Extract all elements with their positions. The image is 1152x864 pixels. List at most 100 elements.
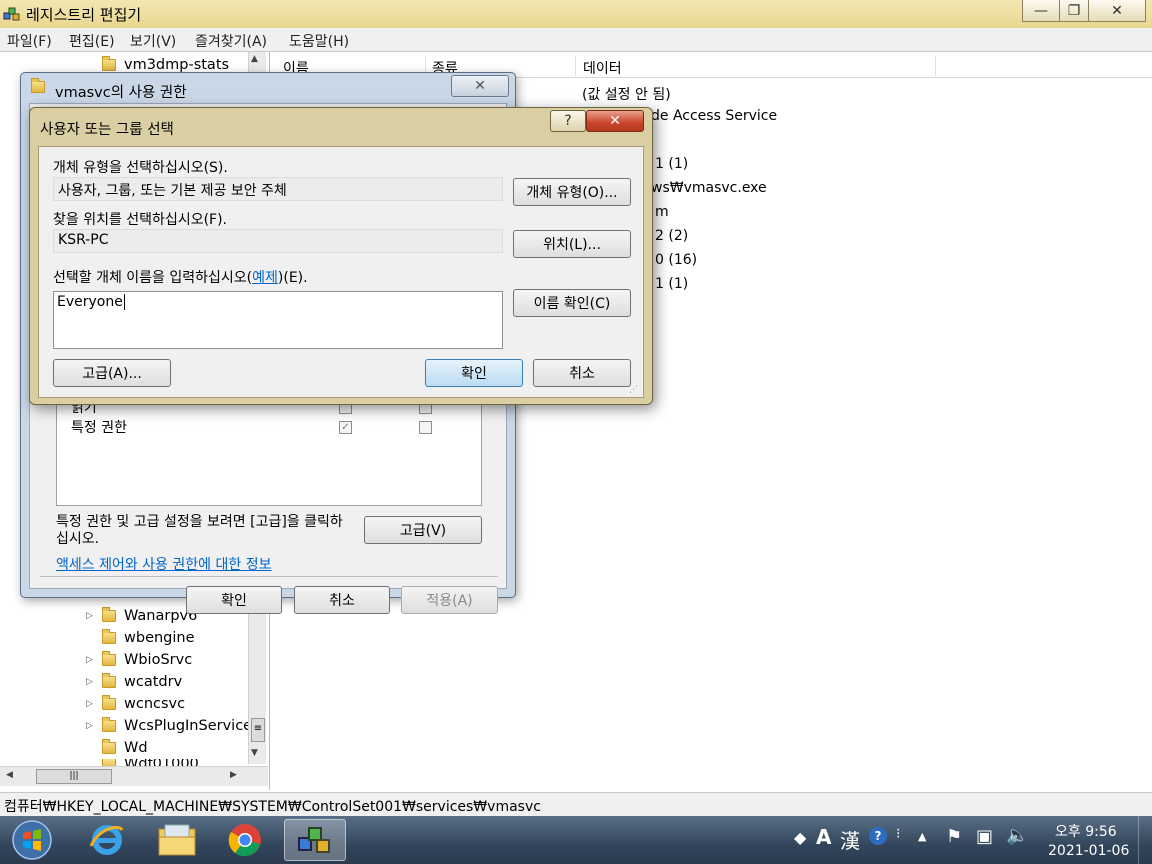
apply-button[interactable]: 적용(A): [401, 586, 498, 614]
select-users-dialog: 사용자 또는 그룹 선택 ? ✕ 개체 유형을 선택하십시오(S). 사용자, …: [29, 107, 653, 405]
close-icon[interactable]: ✕: [451, 75, 509, 97]
help-icon[interactable]: ?: [869, 827, 887, 845]
start-button[interactable]: [8, 818, 56, 862]
close-icon[interactable]: ✕: [586, 110, 644, 132]
cancel-button[interactable]: 취소: [294, 586, 390, 614]
folder-icon: [31, 78, 45, 97]
menu-help[interactable]: 도움말(H): [289, 31, 349, 51]
object-names-input[interactable]: Everyone: [53, 291, 503, 349]
network-icon[interactable]: ▣: [976, 826, 993, 847]
minimize-button[interactable]: —: [1022, 0, 1060, 22]
divider: [935, 56, 936, 78]
expand-icon[interactable]: ▷: [86, 699, 98, 709]
folder-icon: [102, 695, 116, 710]
value-data[interactable]: 0 (16): [655, 252, 697, 268]
clock-time[interactable]: 오후 9:56: [1055, 821, 1117, 841]
value-data[interactable]: (값 설정 안 됨): [582, 84, 671, 104]
tree-horizontal-scrollbar[interactable]: ◀ ||| ▶: [0, 766, 268, 786]
dialog-title: 사용자 또는 그룹 선택: [40, 122, 174, 138]
regedit-icon: [3, 5, 21, 23]
location-field: KSR-PC: [53, 229, 503, 253]
object-types-button[interactable]: 개체 유형(O)...: [513, 178, 631, 206]
expand-icon[interactable]: ▷: [86, 721, 98, 731]
show-desktop-button[interactable]: [1138, 816, 1152, 864]
clock-date[interactable]: 2021-01-06: [1048, 843, 1129, 859]
ok-button[interactable]: 확인: [186, 586, 282, 614]
value-data[interactable]: de Access Service: [651, 108, 777, 124]
help-icon[interactable]: ?: [550, 110, 586, 132]
permissions-info-link[interactable]: 액세스 제어와 사용 권한에 대한 정보: [56, 554, 271, 574]
value-data[interactable]: m: [655, 204, 669, 220]
divider: [575, 56, 576, 78]
object-type-field: 사용자, 그룹, 또는 기본 제공 보안 주체: [53, 177, 503, 201]
language-icon[interactable]: ◆: [794, 828, 806, 847]
maximize-button[interactable]: ❐: [1059, 0, 1089, 22]
ime-hanja[interactable]: 漢: [840, 825, 860, 854]
taskbar: ◆ A 漢 ? ⁝ ▲ ⚑ ▣ 🔈 오후 9:56 2021-01-06: [0, 816, 1152, 864]
locations-button[interactable]: 위치(L)...: [513, 230, 631, 258]
window-title: 레지스트리 편집기: [26, 6, 142, 24]
title-bar: 레지스트리 편집기 — ❐ ✕: [0, 0, 1152, 28]
examples-link[interactable]: 예제: [252, 270, 278, 286]
windows-logo-icon: [12, 820, 52, 860]
object-type-label: 개체 유형을 선택하십시오(S).: [53, 160, 228, 176]
ime-options-icon[interactable]: ⁝: [896, 826, 900, 842]
tree-item[interactable]: ▷ wcncsvc: [86, 693, 185, 715]
folder-icon: [102, 717, 116, 732]
cancel-button[interactable]: 취소: [533, 359, 631, 387]
deny-checkbox[interactable]: [419, 421, 432, 434]
folder-icon: [102, 739, 116, 754]
column-data[interactable]: 데이터: [583, 58, 622, 78]
check-names-button[interactable]: 이름 확인(C): [513, 289, 631, 317]
value-data[interactable]: ws₩vmasvc.exe: [651, 180, 767, 196]
scroll-thumb[interactable]: ≡: [251, 718, 265, 742]
value-data[interactable]: 2 (2): [655, 228, 688, 244]
menu-view[interactable]: 보기(V): [130, 31, 176, 51]
ok-button[interactable]: 확인: [425, 359, 523, 387]
close-button[interactable]: ✕: [1088, 0, 1146, 22]
tree-item[interactable]: ▷ wcatdrv: [86, 671, 182, 693]
scroll-down-icon[interactable]: ▼: [251, 748, 258, 758]
status-bar: 컴퓨터₩HKEY_LOCAL_MACHINE₩SYSTEM₩ControlSet…: [0, 792, 1152, 816]
show-hidden-icons-icon[interactable]: ▲: [918, 830, 926, 843]
internet-explorer-icon[interactable]: [76, 819, 138, 861]
resize-grip-icon[interactable]: ⋰: [629, 385, 638, 395]
scroll-left-icon[interactable]: ◀: [6, 770, 13, 780]
expand-icon[interactable]: ▷: [86, 611, 98, 621]
expand-icon[interactable]: ▷: [86, 677, 98, 687]
menu-file[interactable]: 파일(F): [7, 31, 52, 51]
allow-checkbox[interactable]: ✓: [339, 421, 352, 434]
menu-edit[interactable]: 편집(E): [69, 31, 115, 51]
advanced-button[interactable]: 고급(V): [364, 516, 482, 544]
folder-icon: [102, 651, 116, 666]
regedit-taskbar-icon[interactable]: [284, 819, 346, 861]
advanced-hint: 특정 권한 및 고급 설정을 보려면 [고급]을 클릭하십시오.: [56, 514, 343, 547]
folder-icon: [102, 629, 116, 644]
expand-icon[interactable]: ▷: [86, 655, 98, 665]
menu-favorites[interactable]: 즐겨찾기(A): [195, 31, 267, 51]
ime-mode-a[interactable]: A: [816, 825, 831, 849]
dialog-title: vmasvc의 사용 권한: [55, 85, 187, 101]
volume-icon[interactable]: 🔈: [1006, 825, 1028, 846]
chrome-icon[interactable]: [214, 819, 276, 861]
menu-bar: 파일(F) 편집(E) 보기(V) 즐겨찾기(A) 도움말(H): [0, 28, 1152, 52]
folder-icon: [102, 673, 116, 688]
scroll-thumb[interactable]: |||: [36, 769, 112, 784]
action-center-flag-icon[interactable]: ⚑: [946, 826, 962, 847]
tree-item[interactable]: ▷ Wanarpv6: [86, 605, 197, 627]
file-explorer-icon[interactable]: [146, 819, 208, 861]
permission-list: 읽기 특정 권한 ✓: [56, 394, 482, 506]
folder-icon: [102, 607, 116, 622]
tree-item[interactable]: ▷ WcsPlugInService: [86, 715, 252, 737]
value-data[interactable]: 1 (1): [655, 156, 688, 172]
folder-icon: [102, 56, 116, 71]
tree-item[interactable]: ▷ WbioSrvc: [86, 649, 192, 671]
scroll-right-icon[interactable]: ▶: [230, 770, 237, 780]
value-data[interactable]: 1 (1): [655, 276, 688, 292]
divider: [40, 576, 498, 577]
tree-item[interactable]: Wd: [86, 737, 148, 759]
permission-special-label: 특정 권한: [71, 420, 127, 436]
advanced-button[interactable]: 고급(A)...: [53, 359, 171, 387]
scroll-up-icon[interactable]: ▲: [251, 54, 258, 64]
tree-item[interactable]: wbengine: [86, 627, 195, 649]
